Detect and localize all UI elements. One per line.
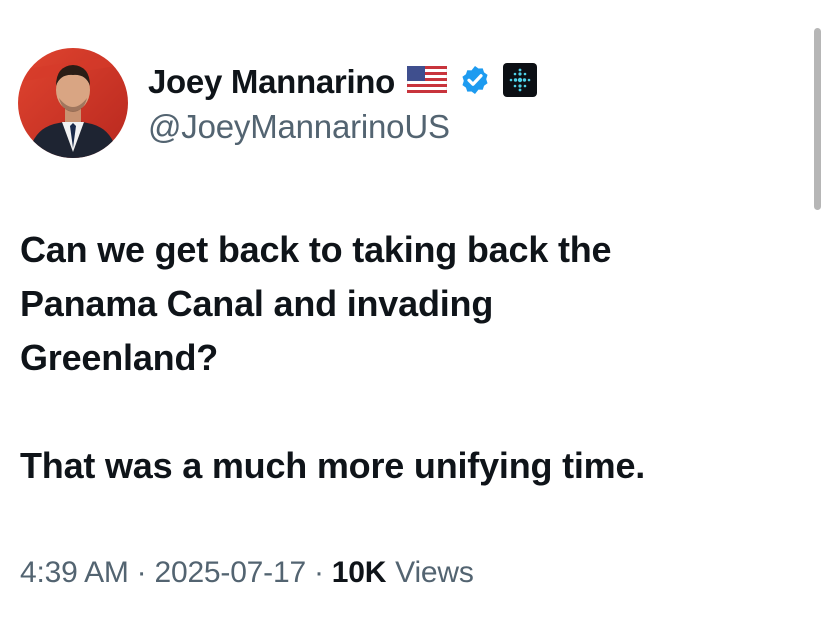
profile-photo bbox=[18, 48, 128, 158]
views-count: 10K bbox=[331, 556, 387, 589]
tweet-date[interactable]: 2025-07-17 bbox=[154, 556, 306, 590]
tweet-text: Can we get back to taking back the Panam… bbox=[20, 223, 780, 493]
views-label: Views bbox=[395, 556, 474, 589]
verified-badge-icon[interactable] bbox=[459, 64, 491, 101]
author-name-row: Joey Mannarino bbox=[148, 60, 538, 104]
tweet-line: Panama Canal and invading bbox=[20, 283, 494, 324]
scrollbar[interactable] bbox=[814, 28, 821, 210]
author-handle[interactable]: @JoeyMannarinoUS bbox=[148, 108, 450, 146]
separator: · bbox=[313, 556, 324, 589]
tweet-metadata: 4:39 AM · 2025-07-17 · 10K Views bbox=[20, 556, 474, 590]
tweet-line: Can we get back to taking back the bbox=[20, 229, 612, 270]
author-display-name[interactable]: Joey Mannarino bbox=[148, 63, 395, 101]
tweet-time[interactable]: 4:39 AM bbox=[20, 556, 129, 590]
tweet-line: That was a much more unifying time. bbox=[20, 445, 646, 486]
us-flag-icon bbox=[406, 65, 448, 98]
separator: · bbox=[136, 556, 147, 589]
avatar[interactable] bbox=[18, 48, 128, 158]
affiliate-badge-icon[interactable] bbox=[503, 62, 538, 102]
tweet-line: Greenland? bbox=[20, 337, 219, 378]
